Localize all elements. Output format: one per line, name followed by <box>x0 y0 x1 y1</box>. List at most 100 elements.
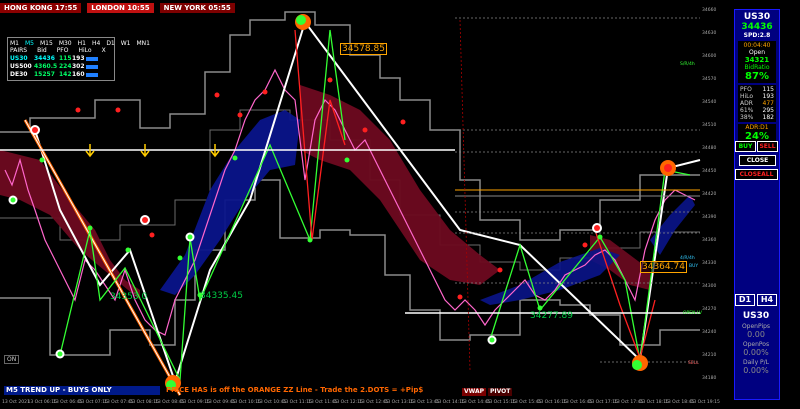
level-buy: BUY <box>689 264 699 269</box>
row-bid: 34436 <box>34 55 55 62</box>
green-price-2: 34335.45 <box>200 291 243 301</box>
row-hilo: 160 <box>72 71 85 78</box>
open-pips-label: OpenPips <box>741 323 771 330</box>
bid-ratio-label: BidRatio <box>744 64 770 71</box>
x-tick-label: 13 Oct 19:15 <box>690 400 720 405</box>
y-tick-label: 34270 <box>702 307 717 312</box>
y-tick-label: 34180 <box>702 376 717 381</box>
y-tick-label: 34360 <box>702 238 717 243</box>
row-pfo: 142 <box>59 71 72 78</box>
y-tick-label: 34660 <box>702 8 717 13</box>
session-bar: HONG KONG 17:55 LONDON 10:55 NEW YORK 05… <box>0 3 235 13</box>
col-pfo: PFO <box>56 47 69 54</box>
stat-value: 477 <box>762 100 774 107</box>
tf-w1[interactable]: W1 <box>121 40 131 47</box>
stat-key: PFO <box>740 86 752 93</box>
col-x: X <box>101 47 106 54</box>
candle-timer: 00:04:40 <box>743 42 771 49</box>
panel-stats: PFO 115 HiLo 193 ADR 477 61% 295 38% 182 <box>738 85 776 122</box>
y-tick-label: 34450 <box>702 169 717 174</box>
stat-value: 182 <box>762 114 774 121</box>
table-row[interactable]: US500 4360.5 224 302 <box>10 63 112 70</box>
panel-bid: 34436 <box>741 22 773 32</box>
zz-alert: PRICE HAS is off the ORANGE ZZ Line - Tr… <box>166 386 424 394</box>
close-button[interactable]: CLOSE <box>739 155 776 166</box>
row-symbol[interactable]: DE30 <box>10 71 34 78</box>
stat-key: 38% <box>740 114 754 121</box>
y-tick-label: 34330 <box>702 261 717 266</box>
green-price-1: 34353.0 <box>110 292 148 302</box>
session-hong-kong: HONG KONG 17:55 <box>0 3 82 13</box>
col-pairs: PAIRS <box>10 47 28 54</box>
position-panel: US30 OpenPips 0.00 OpenPos 0.00% Daily P… <box>734 311 778 375</box>
tf-d1[interactable]: D1 <box>106 40 114 47</box>
vwap-button[interactable]: VWAP <box>462 388 487 396</box>
row-bid: 15257 <box>34 71 55 78</box>
row-symbol[interactable]: US500 <box>10 63 34 70</box>
y-tick-label: 34210 <box>702 353 717 358</box>
y-tick-label: 34510 <box>702 123 717 128</box>
table-row[interactable]: DE30 15257 142 160 <box>10 71 112 78</box>
open-pips-value: 0.00 <box>747 330 765 339</box>
y-tick-label: 34480 <box>702 146 717 151</box>
y-tick-label: 34240 <box>702 330 717 335</box>
col-bid: Bid <box>37 47 47 54</box>
bid-ratio-value: 87% <box>745 71 769 82</box>
position-symbol: US30 <box>742 311 770 321</box>
panel-spread: SPD:2.8 <box>743 32 771 39</box>
on-toggle-button[interactable]: ON <box>4 355 20 364</box>
row-symbol[interactable]: US30 <box>10 55 34 62</box>
tf-m1[interactable]: M1 <box>10 40 19 47</box>
y-axis: 34660 34630 34600 34570 34540 34510 34480 34450… <box>700 0 734 398</box>
tf-m15[interactable]: M15 <box>40 40 53 47</box>
stat-key: HiLo <box>740 93 754 100</box>
open-label: Open <box>748 49 766 56</box>
buy-button[interactable]: BUY <box>735 141 756 152</box>
sell-button[interactable]: SELL <box>757 141 778 152</box>
symbol-table: M1 M5 M15 M30 H1 H4 D1 W1 MN1 PAIRS Bid … <box>7 37 150 81</box>
pivot-button[interactable]: PIVOT <box>488 388 513 396</box>
level-sell: SELL <box>688 361 699 366</box>
row-pfo: 224 <box>59 63 72 70</box>
stat-key: ADR <box>740 100 753 107</box>
daily-pl-label: Daily P/L <box>742 359 770 366</box>
open-value: 34321 <box>744 56 770 64</box>
green-price-3: 34277.89 <box>530 311 573 321</box>
row-pfo: 115 <box>59 55 72 62</box>
tf-m30[interactable]: M30 <box>59 40 72 47</box>
row-strength-bar <box>86 64 98 69</box>
y-tick-label: 34390 <box>702 215 717 220</box>
zigzag-top-price: 34578.85 <box>340 43 387 55</box>
y-tick-label: 34540 <box>702 100 717 105</box>
timeframe-headers: M1 M5 M15 M30 H1 H4 D1 W1 MN1 <box>10 40 150 47</box>
open-pos-value: 0.00% <box>743 348 769 357</box>
y-tick-label: 34630 <box>702 31 717 36</box>
y-tick-label: 34420 <box>702 192 717 197</box>
col-hilo: HiLo <box>78 47 92 54</box>
trend-status: M5 TREND UP - BUYS ONLY <box>4 386 160 395</box>
tf-h1[interactable]: H1 <box>78 40 86 47</box>
row-hilo: 193 <box>72 55 85 62</box>
close-all-button[interactable]: CLOSEALL <box>735 169 778 180</box>
tf-h4[interactable]: H4 <box>92 40 100 47</box>
x-axis: 13 Oct 2021 13 Oct 06:15 13 Oct 06:45 13 Oc… <box>0 398 730 409</box>
y-tick-label: 34300 <box>702 284 717 289</box>
level-sr4h: S/R/4h <box>680 62 695 67</box>
table-subheaders: PAIRS Bid PFO HiLo X <box>10 47 112 54</box>
session-london: LONDON 10:55 <box>87 3 154 13</box>
table-row[interactable]: US30 34436 115 193 <box>10 55 112 62</box>
h4-button[interactable]: H4 <box>757 294 777 306</box>
y-tick-label: 34570 <box>702 77 717 82</box>
d1-button[interactable]: D1 <box>735 294 755 306</box>
x-tick-label: 13 Oct 2021 <box>2 400 30 405</box>
stat-key: 61% <box>740 107 754 114</box>
row-hilo: 302 <box>72 63 85 70</box>
session-new-york: NEW YORK 05:55 <box>159 3 235 13</box>
open-pos-label: OpenPos <box>742 341 770 348</box>
tf-m5[interactable]: M5 <box>25 40 34 47</box>
tf-mn1[interactable]: MN1 <box>137 40 150 47</box>
row-bid: 4360.5 <box>34 63 58 70</box>
adr-label: ADR:D1 <box>745 124 769 131</box>
stat-value: 193 <box>762 93 774 100</box>
stat-value: 115 <box>762 86 774 93</box>
